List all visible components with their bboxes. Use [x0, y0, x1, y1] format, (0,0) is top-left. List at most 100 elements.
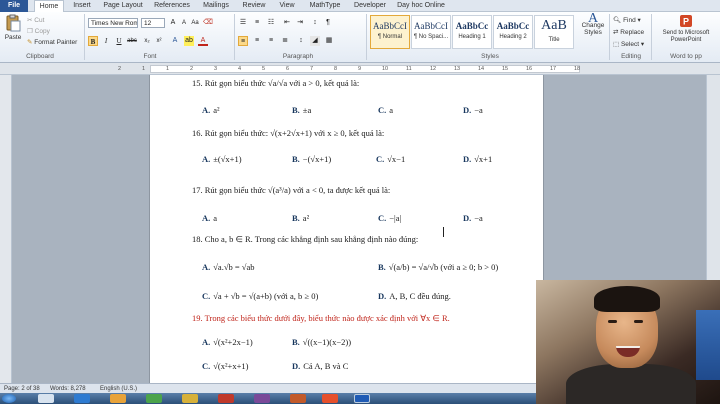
clipboard-group-label: Clipboard	[26, 53, 54, 60]
style-sample: AaB	[541, 18, 567, 33]
replace-button[interactable]: ⇄ Replace	[613, 28, 644, 36]
tab-page-layout[interactable]: Page Layout	[100, 0, 146, 12]
copy-label: Copy	[34, 28, 50, 35]
recorder-icon[interactable]	[322, 394, 338, 403]
question-18: 18. Cho a, b ∈ R. Trong các khẳng định s…	[192, 234, 419, 244]
highlight-icon[interactable]: ab	[184, 36, 194, 46]
q15-option-a: A. a²	[202, 105, 220, 115]
ruler-number: 15	[502, 66, 509, 72]
shading-icon[interactable]: ◢	[310, 36, 320, 46]
app-icon[interactable]	[254, 394, 270, 403]
presenter-hair	[594, 286, 660, 312]
bullets-icon[interactable]: ☰	[238, 18, 248, 28]
font-size-select[interactable]: 12	[141, 18, 165, 28]
q16-option-b: B. −(√x+1)	[292, 154, 332, 164]
numbering-icon[interactable]: ≡	[252, 18, 262, 28]
tab-insert[interactable]: Insert	[68, 0, 96, 12]
vertical-ruler[interactable]	[0, 75, 12, 383]
ruler-number: 13	[454, 66, 461, 72]
strikethrough-button[interactable]: abc	[127, 36, 137, 46]
style-heading-1[interactable]: AaBbCc Heading 1	[452, 15, 492, 49]
tab-mathtype[interactable]: MathType	[304, 0, 346, 12]
q19-option-a: A. √(x²+2x−1)	[202, 337, 253, 347]
style-heading-2[interactable]: AaBbCc Heading 2	[493, 15, 533, 49]
format-painter-button[interactable]: ✎ Format Painter	[27, 38, 77, 46]
increase-indent-icon[interactable]: ⇥	[295, 18, 305, 28]
paragraph-group-label: Paragraph	[282, 53, 314, 60]
sort-icon[interactable]: ↕	[310, 18, 320, 28]
editing-group-label: Editing	[621, 53, 641, 60]
underline-button[interactable]: U	[114, 36, 124, 46]
presenter-shirt	[566, 364, 696, 404]
document-page[interactable]: 15. Rút gọn biểu thức √a/√a với a > 0, k…	[149, 75, 544, 383]
font-name-select[interactable]: Times New Rom	[88, 18, 138, 28]
paste-label: Paste	[4, 34, 22, 41]
tab-day-hoc-online[interactable]: Day hoc Online	[394, 0, 448, 12]
find-button[interactable]: 🔍︎ Find ▾	[613, 16, 641, 24]
align-left-icon[interactable]: ≡	[238, 36, 248, 46]
presenter-eye	[634, 320, 643, 323]
divider	[366, 14, 367, 60]
tab-review[interactable]: Review	[238, 0, 270, 12]
send-to-powerpoint-label: Send to Microsoft PowerPoint	[662, 30, 710, 43]
binoculars-icon: 🔍︎	[613, 17, 622, 24]
tab-view[interactable]: View	[274, 0, 300, 12]
explorer-icon[interactable]	[38, 394, 54, 403]
q18-option-a: A. √a.√b = √ab	[202, 262, 255, 272]
justify-icon[interactable]: ≣	[280, 36, 290, 46]
grow-font-icon[interactable]: A	[168, 18, 178, 28]
folder-icon[interactable]	[110, 394, 126, 403]
change-case-icon[interactable]: Aa	[190, 18, 200, 28]
powerpoint-taskbar-icon[interactable]	[290, 394, 306, 403]
find-label: Find	[623, 17, 636, 24]
word-taskbar-icon[interactable]	[354, 394, 370, 403]
media-icon[interactable]	[146, 394, 162, 403]
decrease-indent-icon[interactable]: ⇤	[282, 18, 292, 28]
show-marks-icon[interactable]: ¶	[323, 18, 333, 28]
ruler-number: 7	[310, 66, 314, 72]
line-spacing-icon[interactable]: ↕	[296, 36, 306, 46]
select-label: Select	[620, 41, 640, 48]
font-color-icon[interactable]: A	[198, 36, 208, 46]
send-to-powerpoint-button[interactable]: P Send to Microsoft PowerPoint	[654, 14, 718, 44]
shrink-font-icon[interactable]: A	[179, 18, 189, 28]
chrome-icon[interactable]	[182, 394, 198, 403]
change-styles-button[interactable]: A Change Styles	[579, 12, 607, 37]
cut-button[interactable]: ✂ Cut	[27, 16, 44, 24]
ruler-number: 11	[406, 66, 412, 72]
align-center-icon[interactable]: ≡	[252, 36, 262, 46]
svg-text:P: P	[683, 17, 689, 27]
copy-button[interactable]: ❐ Copy	[27, 27, 50, 35]
tab-references[interactable]: References	[150, 0, 194, 12]
align-right-icon[interactable]: ≡	[266, 36, 276, 46]
ie-icon[interactable]	[74, 394, 90, 403]
multilevel-list-icon[interactable]: ☷	[266, 18, 276, 28]
style-no-spacing[interactable]: AaBbCcI ¶ No Spaci...	[411, 15, 451, 49]
ruler-number: 12	[430, 66, 437, 72]
borders-icon[interactable]: ▦	[324, 36, 334, 46]
horizontal-ruler[interactable]: 2 1 1 2 3 4 5 6 7 8 9 10 11 12 13 14 15 16 17 18	[0, 63, 720, 75]
select-button[interactable]: ⬚ Select ▾	[613, 40, 644, 48]
start-button-icon[interactable]	[2, 394, 16, 403]
style-title[interactable]: AaB Title	[534, 15, 574, 49]
bold-button[interactable]: B	[88, 36, 98, 46]
text-effects-icon[interactable]: A	[170, 36, 180, 46]
tab-developer[interactable]: Developer	[350, 0, 390, 12]
text-cursor-icon	[443, 227, 449, 237]
q17-option-a: A. a	[202, 213, 218, 223]
superscript-button[interactable]: x²	[154, 36, 164, 46]
tab-home[interactable]: Home	[34, 0, 64, 12]
style-normal[interactable]: AaBbCcI ¶ Normal	[370, 15, 410, 49]
tab-mailings[interactable]: Mailings	[198, 0, 234, 12]
italic-button[interactable]: I	[101, 36, 111, 46]
divider	[609, 14, 610, 60]
subscript-button[interactable]: x₂	[142, 36, 152, 46]
divider	[84, 14, 85, 60]
paste-button[interactable]: Paste	[3, 14, 23, 41]
tab-file[interactable]: File	[0, 0, 28, 12]
paste-icon	[6, 14, 21, 32]
ribbon-tab-bar: File Home Insert Page Layout References …	[0, 0, 720, 12]
app-icon[interactable]	[218, 394, 234, 403]
clear-format-icon[interactable]: ⌫	[203, 18, 213, 28]
ruler-number: 5	[262, 66, 266, 72]
